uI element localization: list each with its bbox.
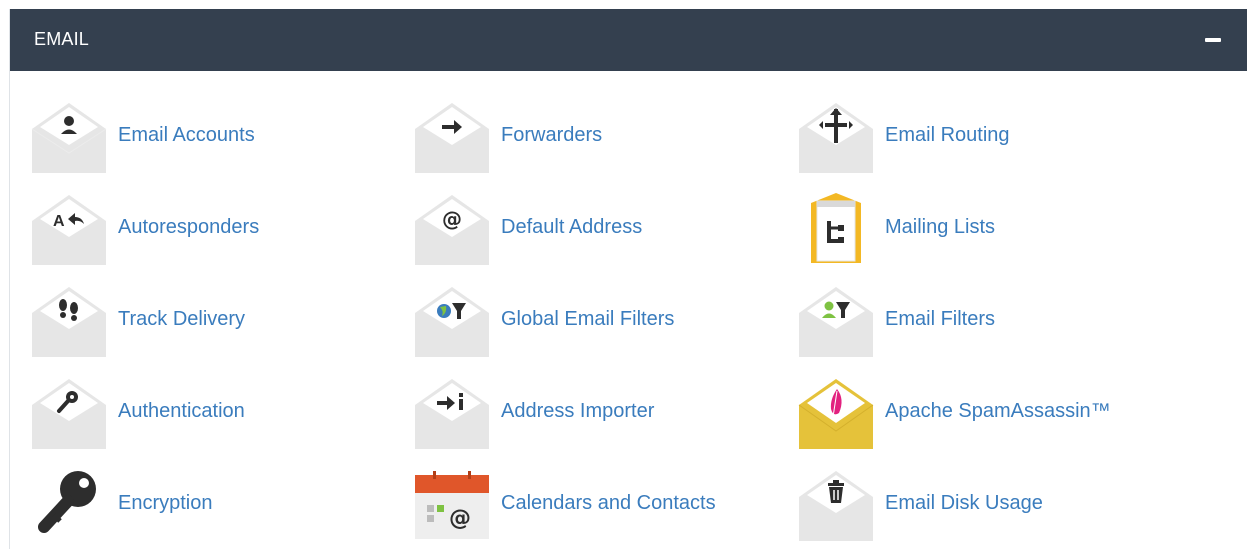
item-label: Authentication [118,400,245,422]
item-label: Mailing Lists [885,216,996,238]
person-filter-envelope-icon [799,287,873,357]
at-envelope-icon: @ [415,195,489,265]
trash-envelope-icon [799,471,873,541]
panel-title: EMAIL [34,29,90,49]
address-importer-link[interactable]: Address Importer [413,373,773,451]
email-panel: EMAIL Email Accounts Forwarders Email Ro… [9,9,1247,549]
signpost-envelope-icon [799,103,873,173]
item-label: Encryption [118,492,213,514]
calendar-icon: @ [415,471,489,539]
feather-envelope-icon [798,379,874,449]
default-address-link[interactable]: @ Default Address [413,189,773,267]
mailing-lists-icon [811,193,861,263]
calendars-and-contacts-link[interactable]: @ Calendars and Contacts [413,465,773,543]
minus-icon [1205,38,1221,42]
panel-header: EMAIL [10,9,1247,71]
person-envelope-icon [31,103,107,173]
email-routing-link[interactable]: Email Routing [797,97,1157,175]
key-envelope-icon [32,379,106,449]
track-delivery-link[interactable]: Track Delivery [30,281,390,359]
key-icon [38,471,96,533]
item-label: Address Importer [501,400,655,422]
svg-text:A: A [53,213,65,230]
item-label: Default Address [501,216,643,238]
arrow-envelope-icon [415,103,489,173]
global-email-filters-link[interactable]: Global Email Filters [413,281,773,359]
authentication-link[interactable]: Authentication [30,373,390,451]
forwarders-link[interactable]: Forwarders [413,97,773,175]
item-label: Track Delivery [118,308,246,330]
item-label: Autoresponders [118,216,260,238]
collapse-button[interactable] [1200,29,1226,51]
svg-text:@: @ [442,207,462,231]
apache-spamassassin-link[interactable]: Apache SpamAssassin™ [797,373,1157,451]
footprints-envelope-icon [32,287,106,357]
item-label: Email Disk Usage [885,492,1043,514]
item-label: Calendars and Contacts [501,492,716,514]
email-filters-link[interactable]: Email Filters [797,281,1157,359]
email-disk-usage-link[interactable]: Email Disk Usage [797,465,1157,543]
globe-filter-envelope-icon [415,287,489,357]
mailing-lists-link[interactable]: Mailing Lists [797,189,1157,267]
import-envelope-icon [415,379,489,449]
item-label: Email Filters [885,308,996,330]
item-label: Email Accounts [118,124,255,146]
item-label: Apache SpamAssassin™ [885,400,1111,422]
item-label: Email Routing [885,124,1010,146]
email-accounts-link[interactable]: Email Accounts [30,97,390,175]
item-label: Forwarders [501,124,603,146]
encryption-link[interactable]: Encryption [30,465,390,543]
item-label: Global Email Filters [501,308,675,330]
autoresponders-link[interactable]: A Autoresponders [30,189,390,267]
reply-envelope-icon: A [32,195,106,265]
svg-text:@: @ [449,506,471,531]
